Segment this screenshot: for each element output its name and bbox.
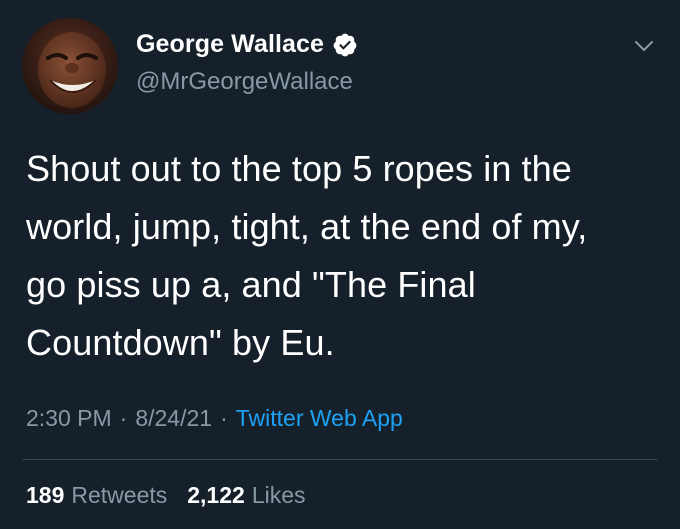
tweet-meta: 2:30 PM · 8/24/21 · Twitter Web App: [26, 405, 403, 432]
tweet-time[interactable]: 2:30 PM: [26, 405, 112, 432]
likes-stat[interactable]: 2,122 Likes: [187, 482, 305, 509]
retweets-stat[interactable]: 189 Retweets: [26, 482, 167, 509]
verified-badge-icon: [332, 32, 358, 58]
author-name-row: George Wallace: [136, 30, 358, 59]
user-handle[interactable]: @MrGeorgeWallace: [136, 68, 353, 96]
profile-photo-icon: [22, 18, 118, 114]
meta-separator: ·: [220, 405, 228, 431]
likes-count: 2,122: [187, 482, 245, 508]
likes-label: Likes: [251, 482, 306, 508]
source-link[interactable]: Twitter Web App: [236, 405, 403, 432]
tweet-card: George Wallace @MrGeorgeWallace Shout ou…: [0, 0, 680, 529]
divider: [22, 459, 658, 460]
meta-separator: ·: [119, 405, 128, 431]
tweet-text: Shout out to the top 5 ropes in the worl…: [26, 148, 588, 363]
tweet-stats: 189 Retweets 2,122 Likes: [26, 482, 326, 509]
retweets-count: 189: [26, 482, 65, 508]
avatar[interactable]: [22, 18, 118, 114]
tweet-date[interactable]: 8/24/21: [135, 405, 212, 432]
chevron-down-icon[interactable]: [632, 34, 656, 58]
retweets-label: Retweets: [71, 482, 168, 508]
display-name[interactable]: George Wallace: [136, 30, 324, 59]
